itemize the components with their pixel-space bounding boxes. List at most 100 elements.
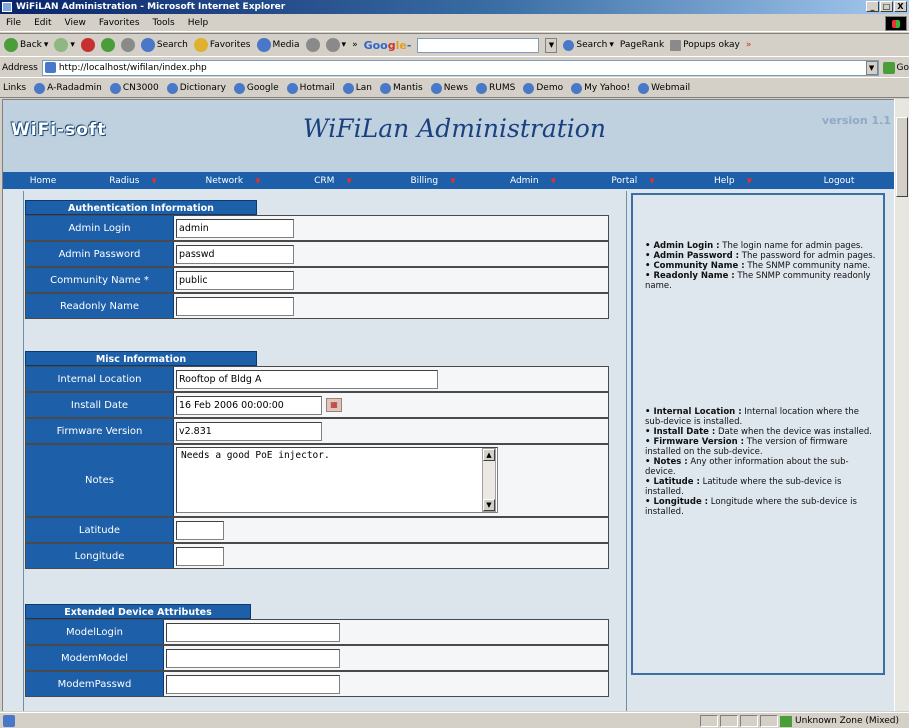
admin-password-input[interactable] xyxy=(176,244,294,264)
nav-billing[interactable]: Billing ▼ xyxy=(383,176,483,186)
community-name-input[interactable] xyxy=(176,270,294,290)
menu-favorites[interactable]: Favorites xyxy=(99,18,140,28)
main-nav: Home Radius ▼ Network ▼ CRM ▼ Billing ▼ Admi… xyxy=(3,172,894,189)
page-icon xyxy=(44,62,56,73)
notes-textarea[interactable]: Needs a good PoE injector. xyxy=(176,447,498,513)
pagerank-button[interactable]: PageRank xyxy=(620,40,664,50)
nav-portal[interactable]: Portal ▼ xyxy=(583,176,683,186)
ie-link-icon xyxy=(380,82,391,94)
back-button[interactable]: Back ▾ xyxy=(4,38,48,52)
menu-bar: File Edit View Favorites Tools Help xyxy=(0,15,909,32)
refresh-button[interactable] xyxy=(100,38,115,52)
latitude-label: Latitude xyxy=(26,518,174,542)
link-cn3000[interactable]: CN3000 xyxy=(109,82,159,94)
longitude-input[interactable] xyxy=(176,546,224,566)
modellogin-label: ModelLogin xyxy=(26,620,164,644)
nav-logout[interactable]: Logout xyxy=(783,176,894,186)
menu-file[interactable]: File xyxy=(6,18,21,28)
help-item: • Admin Password : The password for admin… xyxy=(645,251,876,261)
install-date-input[interactable] xyxy=(176,395,322,415)
nav-network[interactable]: Network ▼ xyxy=(183,176,283,186)
nav-help[interactable]: Help ▼ xyxy=(683,176,783,186)
latitude-input[interactable] xyxy=(176,520,224,540)
toolbar-more[interactable]: » xyxy=(352,40,358,50)
help-item: • Readonly Name : The SNMP community read… xyxy=(645,271,871,291)
address-bar: Address http://localhost/wifilan/index.p… xyxy=(0,58,909,78)
address-input[interactable]: http://localhost/wifilan/index.php ▼ xyxy=(41,59,879,76)
menu-help[interactable]: Help xyxy=(188,18,209,28)
google-search-button[interactable]: Search ▾ xyxy=(563,39,614,51)
popup-icon xyxy=(670,39,682,51)
nav-admin[interactable]: Admin ▼ xyxy=(483,176,583,186)
link-news[interactable]: News xyxy=(430,82,468,94)
toolbar-more-2[interactable]: » xyxy=(746,40,752,50)
ie-link-icon xyxy=(476,82,488,94)
nav-home[interactable]: Home xyxy=(3,176,83,186)
firmware-version-row: Firmware Version xyxy=(25,418,609,444)
readonly-name-label: Readonly Name xyxy=(26,294,174,318)
notes-scrollbar[interactable]: ▲ ▼ xyxy=(482,448,496,512)
firmware-version-input[interactable] xyxy=(176,421,322,441)
stop-button[interactable] xyxy=(80,38,95,52)
page-scrollbar[interactable] xyxy=(894,99,909,711)
calendar-icon[interactable]: ▦ xyxy=(326,398,342,412)
internal-location-input[interactable] xyxy=(176,369,438,389)
misc-help: • Internal Location : Internal location w… xyxy=(645,407,877,517)
ie-link-icon xyxy=(34,82,46,94)
help-panel: • Admin Login : The login name for admin … xyxy=(631,193,885,675)
modemmodel-input[interactable] xyxy=(166,648,340,668)
page-viewport: WiFi-soft WiFiLan Administration version… xyxy=(2,99,894,711)
link-rums[interactable]: RUMS xyxy=(476,82,515,94)
install-date-row: Install Date ▦ xyxy=(25,392,609,418)
google-dropdown-icon[interactable]: ▼ xyxy=(545,37,558,53)
nav-radius[interactable]: Radius ▼ xyxy=(83,176,183,186)
scroll-down-icon[interactable]: ▼ xyxy=(483,499,495,511)
chevron-down-icon: ▼ xyxy=(550,176,557,185)
forward-button[interactable]: ▾ xyxy=(54,38,75,52)
link-lan[interactable]: Lan xyxy=(342,82,372,94)
readonly-name-input[interactable] xyxy=(176,296,294,316)
internal-location-row: Internal Location xyxy=(25,366,609,392)
minimize-button[interactable]: _ xyxy=(866,1,879,12)
scroll-up-icon[interactable]: ▲ xyxy=(483,449,495,461)
popups-button[interactable]: Popups okay xyxy=(670,39,740,51)
ie-link-icon xyxy=(638,82,650,94)
menu-tools[interactable]: Tools xyxy=(153,18,175,28)
modellogin-row: ModelLogin xyxy=(25,619,609,645)
nav-crm[interactable]: CRM ▼ xyxy=(283,176,383,186)
history-button[interactable] xyxy=(305,38,320,52)
google-search-input[interactable] xyxy=(417,37,540,53)
ie-link-icon xyxy=(166,82,178,94)
menu-view[interactable]: View xyxy=(65,18,86,28)
close-button[interactable]: X xyxy=(894,1,907,12)
link-hotmail[interactable]: Hotmail xyxy=(286,82,335,94)
modempasswd-input[interactable] xyxy=(166,674,340,694)
mail-icon xyxy=(325,38,340,52)
history-icon xyxy=(305,38,320,52)
maximize-button[interactable]: □ xyxy=(880,1,893,12)
chevron-down-icon: ▼ xyxy=(649,176,655,185)
menu-edit[interactable]: Edit xyxy=(34,18,51,28)
address-dropdown-icon[interactable]: ▼ xyxy=(865,60,878,75)
search-button[interactable]: Search xyxy=(140,38,188,52)
misc-section-title: Misc Information xyxy=(25,351,257,366)
mail-button[interactable]: ▾ xyxy=(325,38,346,52)
readonly-name-row: Readonly Name xyxy=(25,293,609,319)
home-button[interactable] xyxy=(120,38,135,52)
address-url: http://localhost/wifilan/index.php xyxy=(58,62,207,73)
scroll-thumb[interactable] xyxy=(896,117,908,197)
home-icon xyxy=(120,38,135,52)
links-label: Links xyxy=(3,83,27,93)
link-demo[interactable]: Demo xyxy=(523,82,563,94)
modellogin-input[interactable] xyxy=(166,622,340,642)
link-my-yahoo[interactable]: My Yahoo! xyxy=(571,82,630,94)
link-google[interactable]: Google xyxy=(233,82,279,94)
favorites-button[interactable]: Favorites xyxy=(193,38,251,52)
media-button[interactable]: Media xyxy=(256,38,300,52)
go-button[interactable]: Go xyxy=(882,61,909,74)
link-a-radadmin[interactable]: A-Radadmin xyxy=(34,82,102,94)
link-webmail[interactable]: Webmail xyxy=(638,82,690,94)
admin-login-input[interactable] xyxy=(176,218,294,238)
link-dictionary[interactable]: Dictionary xyxy=(166,82,226,94)
link-mantis[interactable]: Mantis xyxy=(380,82,423,94)
